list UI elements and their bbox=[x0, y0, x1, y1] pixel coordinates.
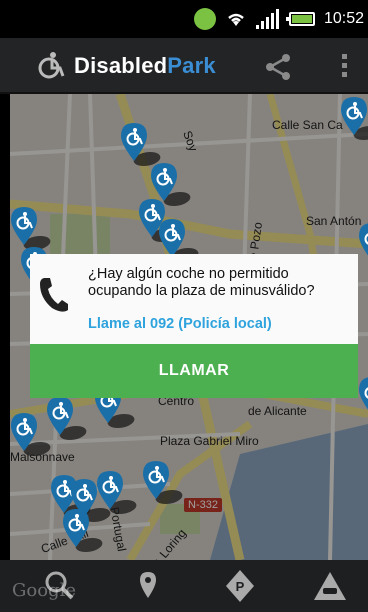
disabled-parking-marker-icon[interactable] bbox=[142, 460, 170, 500]
clock: 10:52 bbox=[323, 10, 364, 27]
dialog-question: ¿Hay algún coche no permitido ocupando l… bbox=[88, 266, 315, 299]
app-title-part1: Disabled bbox=[74, 53, 168, 78]
status-icons: 10:52 bbox=[193, 6, 368, 32]
disabled-parking-marker-icon[interactable] bbox=[46, 396, 74, 436]
signal-icon bbox=[255, 9, 279, 29]
disabled-parking-marker-icon[interactable] bbox=[120, 122, 148, 162]
share-icon[interactable] bbox=[262, 50, 296, 84]
location-pin-icon[interactable] bbox=[128, 568, 168, 604]
app-bar: DisabledPark bbox=[0, 38, 368, 94]
disabled-parking-marker-icon[interactable] bbox=[358, 222, 368, 262]
wheelchair-logo-icon bbox=[38, 52, 65, 79]
disabled-parking-marker-icon[interactable] bbox=[158, 218, 186, 258]
dialog-body: ¿Hay algún coche no permitido ocupando l… bbox=[30, 254, 358, 344]
car-warning-icon[interactable] bbox=[310, 568, 350, 604]
disabled-parking-marker-icon[interactable] bbox=[10, 206, 38, 246]
disabled-parking-marker-icon[interactable] bbox=[10, 412, 38, 452]
sync-icon bbox=[193, 8, 216, 30]
wifi-icon bbox=[228, 13, 244, 26]
disabled-parking-marker-icon[interactable] bbox=[358, 376, 368, 416]
app-title-part2: Park bbox=[167, 53, 216, 78]
report-dialog: ¿Hay algún coche no permitido ocupando l… bbox=[30, 254, 358, 398]
disabled-parking-marker-icon[interactable] bbox=[96, 470, 124, 510]
google-logo: Google bbox=[12, 580, 76, 601]
status-bar: 10:52 bbox=[0, 0, 368, 38]
police-phone-link[interactable]: Llame al 092 (Policía local) bbox=[88, 316, 272, 332]
app-title: DisabledPark bbox=[74, 53, 216, 79]
call-button[interactable]: LLAMAR bbox=[30, 344, 358, 398]
disabled-parking-marker-icon[interactable] bbox=[340, 96, 368, 136]
overflow-menu-icon[interactable] bbox=[334, 50, 354, 84]
svg-text:P: P bbox=[236, 579, 245, 594]
phone-icon bbox=[40, 278, 68, 312]
battery-icon bbox=[285, 12, 315, 26]
disabled-parking-marker-icon[interactable] bbox=[150, 162, 178, 202]
disabled-parking-marker-icon[interactable] bbox=[62, 508, 90, 548]
parking-icon[interactable]: P bbox=[220, 568, 260, 604]
